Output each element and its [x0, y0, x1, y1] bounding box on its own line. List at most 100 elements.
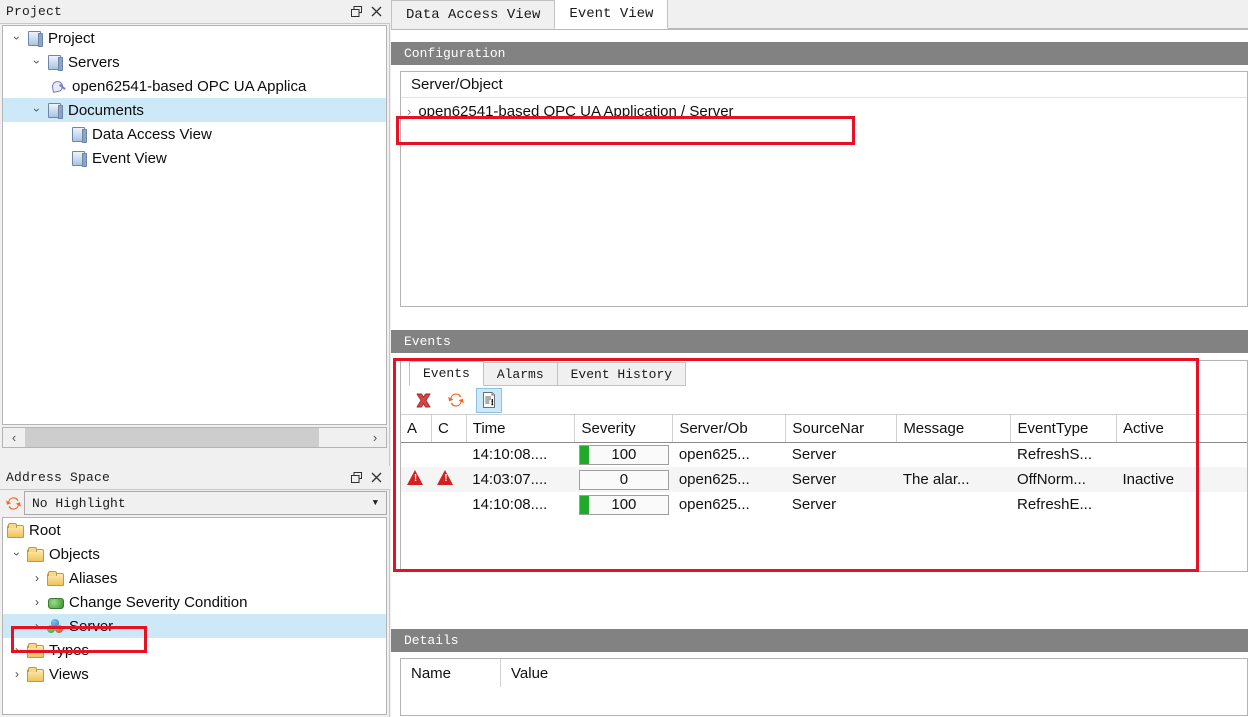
column-header-a[interactable]: A	[401, 415, 432, 443]
tree-item-documents[interactable]: › Documents	[3, 98, 386, 122]
tab-label: Events	[423, 366, 470, 381]
events-header: Events	[391, 330, 1248, 353]
column-header-name[interactable]: Name	[401, 659, 501, 687]
tree-item-label: Root	[29, 521, 61, 539]
tree-item-change-severity-condition[interactable]: › Change Severity Condition	[3, 590, 386, 614]
chevron-down-icon: ›	[10, 552, 24, 556]
document-icon	[71, 151, 87, 167]
tree-item-server[interactable]: › Server	[3, 614, 386, 638]
document-tabstrip: Data Access View Event View	[391, 0, 1248, 30]
expander-chevron[interactable]: ›	[27, 620, 47, 632]
project-tree[interactable]: › Project › Servers open62541-based OPC …	[2, 25, 387, 425]
tree-item-project[interactable]: › Project	[3, 26, 386, 50]
restore-icon[interactable]	[351, 6, 362, 17]
row-message: The alar...	[896, 467, 1011, 492]
column-header-message[interactable]: Message	[896, 415, 1012, 443]
document-icon	[47, 55, 63, 71]
chevron-right-icon: ›	[15, 667, 19, 681]
expander-chevron[interactable]: ›	[7, 548, 27, 560]
scrollbar-thumb[interactable]	[25, 428, 319, 447]
tab-label: Alarms	[496, 366, 544, 382]
expander-chevron[interactable]: ›	[27, 56, 47, 68]
column-header-value[interactable]: Value	[501, 659, 1247, 687]
row-confirm-icon-cell	[431, 442, 466, 467]
highlight-select[interactable]: No Highlight ▼	[24, 491, 387, 515]
condition-icon	[47, 595, 64, 609]
document-icon	[71, 127, 87, 143]
tree-item-event-view[interactable]: Event View	[3, 146, 386, 170]
clear-events-button[interactable]	[410, 388, 436, 413]
scroll-left-arrow-icon[interactable]: ‹	[3, 428, 25, 447]
scroll-right-arrow-icon[interactable]: ›	[364, 428, 386, 447]
project-tree-hscrollbar[interactable]: ‹ ›	[2, 427, 387, 448]
tab-event-history[interactable]: Event History	[556, 362, 687, 386]
tabstrip-filler	[667, 0, 1248, 29]
close-icon[interactable]	[371, 472, 382, 483]
address-space-titlebar: Address Space	[0, 466, 390, 490]
expander-chevron[interactable]: ›	[27, 572, 47, 584]
table-row[interactable]: 14:03:07.... 0 open625... Server The al	[401, 467, 1247, 492]
project-panel-title: Project	[6, 4, 63, 19]
expander-chevron[interactable]: ›	[7, 668, 27, 680]
tree-item-types[interactable]: › Types	[3, 638, 386, 662]
row-source-name: Server	[791, 496, 837, 513]
details-list[interactable]: Name Value	[400, 658, 1248, 716]
close-icon[interactable]	[371, 6, 382, 17]
address-space-title: Address Space	[6, 470, 111, 485]
tab-data-access-view[interactable]: Data Access View	[391, 0, 556, 29]
configuration-list[interactable]: Server/Object › open62541-based OPC UA A…	[400, 71, 1248, 307]
document-area: Data Access View Event View Configuratio…	[391, 0, 1248, 717]
severity-value: 100	[611, 446, 637, 464]
chevron-right-icon[interactable]: ›	[407, 105, 411, 118]
column-header-server-object[interactable]: Server/Ob	[672, 415, 787, 443]
column-header-time[interactable]: Time	[466, 415, 576, 443]
column-header-source-name[interactable]: SourceNar	[785, 415, 898, 443]
expander-chevron[interactable]: ›	[27, 104, 47, 116]
tree-item-root[interactable]: Root	[3, 518, 386, 542]
refresh-icon[interactable]	[2, 495, 24, 512]
scrollbar-track[interactable]	[25, 428, 364, 447]
column-header-c[interactable]: C	[431, 415, 467, 443]
expander-chevron[interactable]: ›	[7, 644, 27, 656]
row-server-object: open625...	[678, 446, 750, 464]
application-window: Project › Project › Servers open62541-ba…	[0, 0, 1248, 717]
auto-scroll-button[interactable]	[476, 387, 502, 413]
column-header-event-type[interactable]: EventType	[1010, 415, 1117, 443]
tree-item-servers[interactable]: › Servers	[3, 50, 386, 74]
folder-icon	[27, 547, 44, 562]
events-section: Events Events Alarms Event History A C T…	[391, 330, 1248, 572]
chevron-down-icon: ▼	[372, 498, 378, 508]
configuration-row[interactable]: › open62541-based OPC UA Application / S…	[401, 98, 1247, 125]
expander-chevron[interactable]: ›	[27, 596, 47, 608]
tree-item-label: Data Access View	[92, 125, 212, 143]
chevron-right-icon: ›	[15, 643, 19, 657]
events-tabstrip: Events Alarms Event History	[401, 361, 1247, 386]
row-ack-icon-cell	[401, 442, 431, 467]
tree-item-aliases[interactable]: › Aliases	[3, 566, 386, 590]
tab-event-view[interactable]: Event View	[554, 0, 669, 29]
table-row[interactable]: 14:10:08.... 100 open625... Server Refre…	[401, 442, 1247, 467]
tab-events[interactable]: Events	[409, 361, 484, 386]
severity-fill-bar	[579, 495, 589, 514]
column-header-severity[interactable]: Severity	[574, 415, 674, 443]
tree-item-views[interactable]: › Views	[3, 662, 386, 686]
tree-item-data-access-view[interactable]: Data Access View	[3, 122, 386, 146]
expander-chevron[interactable]: ›	[7, 32, 27, 44]
tree-item-opc-application[interactable]: open62541-based OPC UA Applica	[3, 74, 386, 98]
table-row[interactable]: 14:10:08.... 100 open625... Server Refre…	[401, 492, 1247, 517]
restore-icon[interactable]	[351, 472, 362, 483]
refresh-events-button[interactable]	[443, 388, 469, 413]
column-header-active[interactable]: Active	[1116, 415, 1247, 443]
tree-item-objects[interactable]: › Objects	[3, 542, 386, 566]
warning-icon	[437, 470, 454, 485]
row-event-type: RefreshE...	[1016, 496, 1093, 513]
row-severity-cell: 100	[575, 492, 673, 517]
row-active: Inactive	[1116, 467, 1247, 492]
events-table[interactable]: A C Time Severity Server/Ob SourceNar Me…	[401, 415, 1247, 517]
details-header: Details	[391, 629, 1248, 652]
tab-alarms[interactable]: Alarms	[482, 362, 558, 386]
tree-item-label: Views	[49, 665, 89, 683]
tree-item-label: Server	[69, 617, 114, 635]
configuration-section: Configuration Server/Object › open62541-…	[391, 42, 1248, 307]
address-space-tree[interactable]: Root › Objects › Aliases › Change Severi…	[2, 517, 387, 715]
